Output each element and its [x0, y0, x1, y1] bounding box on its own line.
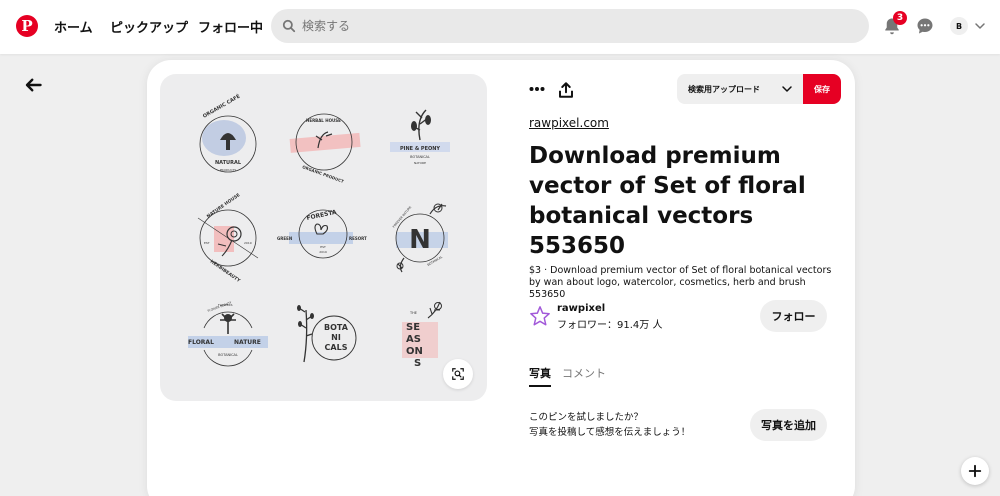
creator-avatar-icon[interactable] — [529, 305, 551, 327]
logo-organic-cafe: ORGANIC CAFÉ NATURAL PRODUCTS — [199, 92, 257, 173]
pin-title: Download premium vector of Set of floral… — [529, 143, 806, 259]
svg-text:NATURAL: NATURAL — [215, 160, 242, 166]
search-input[interactable] — [302, 19, 822, 33]
svg-text:ORGANIC PRODUCT: ORGANIC PRODUCT — [302, 164, 345, 184]
svg-text:BOTANICAL: BOTANICAL — [410, 155, 430, 159]
svg-text:S: S — [414, 358, 421, 369]
svg-text:AS: AS — [406, 334, 421, 345]
top-navigation-bar: P ホーム ピックアップ フォロー中 3 B — [0, 0, 1000, 54]
svg-text:2019: 2019 — [244, 241, 252, 245]
pin-image[interactable]: ORGANIC CAFÉ NATURAL PRODUCTS HERBAL HOU… — [160, 74, 487, 401]
svg-text:FLOWERS: FLOWERS — [218, 303, 233, 307]
user-avatar[interactable]: B — [950, 17, 968, 35]
pinterest-logo-icon[interactable]: P — [16, 15, 38, 37]
svg-text:BOTANICAL: BOTANICAL — [218, 353, 238, 357]
svg-text:ON: ON — [406, 346, 423, 357]
logo-pine-peony: PINE & PEONY BOTANICAL NATURE — [390, 109, 450, 165]
svg-text:FLORAL: FLORAL — [188, 339, 214, 346]
svg-text:GREEN: GREEN — [277, 236, 292, 241]
svg-text:EST: EST — [320, 245, 326, 249]
svg-text:ORGANIC CAFÉ: ORGANIC CAFÉ — [201, 92, 242, 120]
nav-pickup[interactable]: ピックアップ — [110, 17, 188, 36]
svg-text:FORESTA: FORESTA — [306, 209, 338, 222]
svg-text:BOTA: BOTA — [324, 323, 349, 332]
svg-text:NATURE HOUSE: NATURE HOUSE — [206, 192, 242, 219]
svg-text:THE: THE — [409, 311, 417, 315]
pin-description: $3 · Download premium vector of Set of f… — [529, 265, 832, 300]
svg-text:NATURE: NATURE — [234, 339, 261, 346]
visual-search-lens-icon[interactable] — [443, 359, 473, 389]
svg-text:N: N — [409, 225, 431, 255]
creator-name[interactable]: rawpixel — [557, 303, 605, 314]
logo-the-seasons: THE SE AS ON S — [402, 301, 442, 369]
save-button[interactable]: 保存 — [803, 74, 841, 104]
chevron-down-icon — [782, 86, 792, 92]
svg-text:HERBAL HOUSE: HERBAL HOUSE — [306, 118, 341, 123]
svg-text:2019: 2019 — [319, 250, 327, 254]
svg-text:NATURE: NATURE — [414, 161, 426, 165]
nav-following[interactable]: フォロー中 — [198, 17, 263, 36]
svg-text:EST: EST — [204, 241, 210, 245]
board-select-dropdown[interactable]: 検索用アップロード — [677, 74, 803, 104]
chevron-down-icon[interactable] — [972, 15, 988, 37]
svg-text:PINE & PEONY: PINE & PEONY — [400, 146, 440, 152]
board-select-label: 検索用アップロード — [688, 84, 760, 94]
logo-floral-nature: FLORAL NATURE BOTANICAL FLOWER BEAUTY FL… — [188, 300, 268, 367]
notification-badge: 3 — [893, 11, 907, 25]
chat-icon[interactable] — [914, 15, 936, 37]
source-link[interactable]: rawpixel.com — [529, 116, 609, 130]
follow-button[interactable]: フォロー — [760, 300, 827, 332]
tried-prompt-line2: 写真を投稿して感想を伝えましょう！ — [529, 427, 691, 438]
svg-text:NI: NI — [331, 333, 341, 342]
tried-prompt-line1: このピンを試しましたか？ — [529, 412, 644, 423]
logo-botanicals: BOTA NI CALS — [297, 305, 357, 363]
back-arrow-icon[interactable] — [24, 76, 44, 96]
svg-text:CALS: CALS — [325, 343, 348, 352]
plus-icon[interactable] — [961, 457, 989, 485]
logo-foresta: FORESTA GREEN RESORT EST 2019 — [277, 209, 367, 259]
creator-followers: フォロワー：91.4万 人 — [557, 320, 663, 331]
logo-n-monogram: N FOREVER NATURE BOTANICAL — [392, 203, 448, 273]
svg-text:SE: SE — [406, 322, 420, 333]
search-bar[interactable] — [271, 9, 869, 43]
add-photo-button[interactable]: 写真を追加 — [750, 409, 827, 441]
logo-nature-house: NATURE HOUSE HERBIBEAUTY EST 2019 — [197, 192, 259, 285]
svg-text:PRODUCTS: PRODUCTS — [220, 168, 237, 172]
logo-herbal-house: HERBAL HOUSE ORGANIC PRODUCT — [289, 113, 361, 184]
svg-text:HERBIBEAUTY: HERBIBEAUTY — [209, 259, 242, 285]
tab-photos[interactable]: 写真 — [529, 365, 551, 387]
tab-comments[interactable]: コメント — [562, 365, 606, 381]
share-icon[interactable] — [557, 80, 575, 100]
nav-home[interactable]: ホーム — [54, 17, 93, 36]
search-icon — [282, 19, 296, 33]
svg-text:RESORT: RESORT — [349, 236, 367, 241]
more-options-icon[interactable] — [528, 80, 546, 98]
